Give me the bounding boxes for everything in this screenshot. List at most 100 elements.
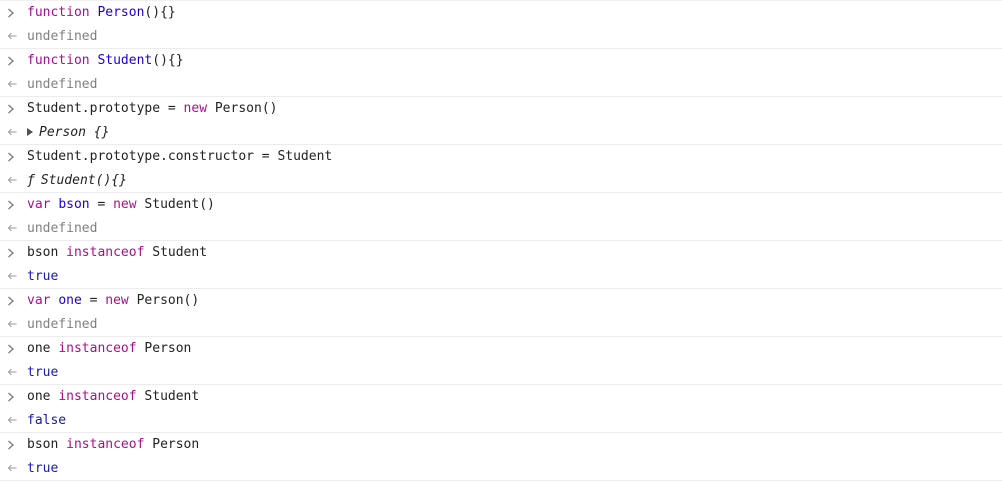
console-input-code: function Person(){} bbox=[27, 5, 176, 20]
chevron-right-icon bbox=[7, 56, 27, 66]
code-token: Person bbox=[97, 5, 145, 21]
console-output-value: undefined bbox=[27, 28, 98, 44]
console-entry: var bson = new Student() undefined bbox=[0, 193, 1002, 241]
code-token: new bbox=[183, 101, 208, 117]
chevron-right-icon bbox=[7, 392, 27, 402]
return-arrow-icon bbox=[7, 32, 27, 40]
code-token: instanceof bbox=[66, 245, 145, 261]
console-input-line[interactable]: Student.prototype.constructor = Student bbox=[0, 145, 1002, 169]
code-token: Student bbox=[136, 389, 200, 405]
console-output-value: false bbox=[27, 412, 67, 428]
console-output-value: undefined bbox=[27, 316, 98, 332]
code-token: one bbox=[58, 293, 82, 309]
console-entry: bson instanceof Person true bbox=[0, 433, 1002, 481]
console-input-line[interactable]: function Student(){} bbox=[0, 49, 1002, 73]
code-token: Person bbox=[136, 341, 192, 357]
console-input-code: var bson = new Student() bbox=[27, 197, 215, 212]
return-arrow-icon bbox=[7, 224, 27, 232]
chevron-right-icon bbox=[7, 152, 27, 162]
console-entry: one instanceof Person true bbox=[0, 337, 1002, 385]
return-arrow-icon bbox=[7, 128, 27, 136]
console-entry: Student.prototype = new Person() Person {… bbox=[0, 97, 1002, 145]
code-token: instanceof bbox=[58, 389, 137, 405]
console-output-value: true bbox=[27, 460, 59, 476]
console-output-line: true bbox=[0, 361, 1002, 385]
console-output-line[interactable]: Person {} bbox=[0, 121, 1002, 145]
code-token: = bbox=[81, 293, 106, 309]
console-input-line[interactable]: bson instanceof Student bbox=[0, 241, 1002, 265]
code-token: (){} bbox=[144, 5, 176, 21]
chevron-right-icon bbox=[7, 104, 27, 114]
console-output-value: undefined bbox=[27, 76, 98, 92]
return-arrow-icon bbox=[7, 320, 27, 328]
console-input-code: bson instanceof Person bbox=[27, 437, 199, 452]
console-entry: function Person(){} undefined bbox=[0, 1, 1002, 49]
code-token: Student bbox=[144, 245, 208, 261]
code-token: new bbox=[113, 197, 137, 213]
chevron-right-icon bbox=[7, 296, 27, 306]
chevron-right-icon bbox=[7, 344, 27, 354]
console-entry: one instanceof Student false bbox=[0, 385, 1002, 433]
code-token: Person() bbox=[207, 101, 278, 117]
code-token: one bbox=[27, 341, 59, 357]
console-input-code: Student.prototype = new Person() bbox=[27, 101, 277, 116]
return-arrow-icon bbox=[7, 416, 27, 424]
console-input-line[interactable]: one instanceof Student bbox=[0, 385, 1002, 409]
console-input-line[interactable]: bson instanceof Person bbox=[0, 433, 1002, 457]
console-entry: Student.prototype.constructor = Student ƒ… bbox=[0, 145, 1002, 193]
console-output-value: true bbox=[27, 268, 59, 284]
code-token: = bbox=[89, 197, 114, 213]
return-arrow-icon bbox=[7, 272, 27, 280]
console-input-code: bson instanceof Student bbox=[27, 245, 207, 260]
code-token: Student.prototype = bbox=[27, 101, 184, 117]
function-glyph: ƒ bbox=[27, 172, 35, 188]
code-token: new bbox=[105, 293, 129, 309]
console-input-line[interactable]: function Person(){} bbox=[0, 1, 1002, 25]
code-token: Student.prototype.constructor = Student bbox=[27, 149, 333, 165]
console-input-code: Student.prototype.constructor = Student bbox=[27, 149, 332, 164]
code-token: bson bbox=[27, 245, 67, 261]
return-arrow-icon bbox=[7, 464, 27, 472]
code-token: one bbox=[27, 389, 59, 405]
console-output-line: undefined bbox=[0, 73, 1002, 97]
console-output-value: true bbox=[27, 364, 59, 380]
console-output-line: undefined bbox=[0, 217, 1002, 241]
console-output-line: true bbox=[0, 457, 1002, 481]
code-token: (){} bbox=[152, 53, 184, 69]
console-input-line[interactable]: var one = new Person() bbox=[0, 289, 1002, 313]
console-output-value: undefined bbox=[27, 220, 98, 236]
expand-triangle-icon[interactable] bbox=[27, 128, 33, 137]
code-token: Student() bbox=[136, 197, 215, 213]
console-output-line: undefined bbox=[0, 313, 1002, 337]
chevron-right-icon bbox=[7, 200, 27, 210]
code-token: function bbox=[27, 5, 90, 21]
console-output-line: false bbox=[0, 409, 1002, 433]
chevron-right-icon bbox=[7, 440, 27, 450]
console-entry: function Student(){} undefined bbox=[0, 49, 1002, 97]
return-arrow-icon bbox=[7, 80, 27, 88]
console-entry: var one = new Person() undefined bbox=[0, 289, 1002, 337]
code-token: function bbox=[27, 53, 90, 69]
console-input-code: var one = new Person() bbox=[27, 293, 199, 308]
console-input-line[interactable]: Student.prototype = new Person() bbox=[0, 97, 1002, 121]
return-arrow-icon bbox=[7, 176, 27, 184]
console-entry: bson instanceof Student true bbox=[0, 241, 1002, 289]
code-token: var bbox=[27, 197, 51, 213]
console-input-line[interactable]: one instanceof Person bbox=[0, 337, 1002, 361]
console-input-code: function Student(){} bbox=[27, 53, 184, 68]
code-token: var bbox=[27, 293, 51, 309]
console-output-value: Student(){} bbox=[40, 172, 127, 188]
code-token: instanceof bbox=[66, 437, 145, 453]
code-token: Person() bbox=[128, 293, 200, 309]
code-token: Student bbox=[97, 53, 153, 69]
console-output-line: ƒ Student(){} bbox=[0, 169, 1002, 193]
code-token: Person bbox=[144, 437, 200, 453]
return-arrow-icon bbox=[7, 368, 27, 376]
console-input-code: one instanceof Person bbox=[27, 341, 191, 356]
code-token: bson bbox=[27, 437, 67, 453]
console-output-line: true bbox=[0, 265, 1002, 289]
console-input-line[interactable]: var bson = new Student() bbox=[0, 193, 1002, 217]
